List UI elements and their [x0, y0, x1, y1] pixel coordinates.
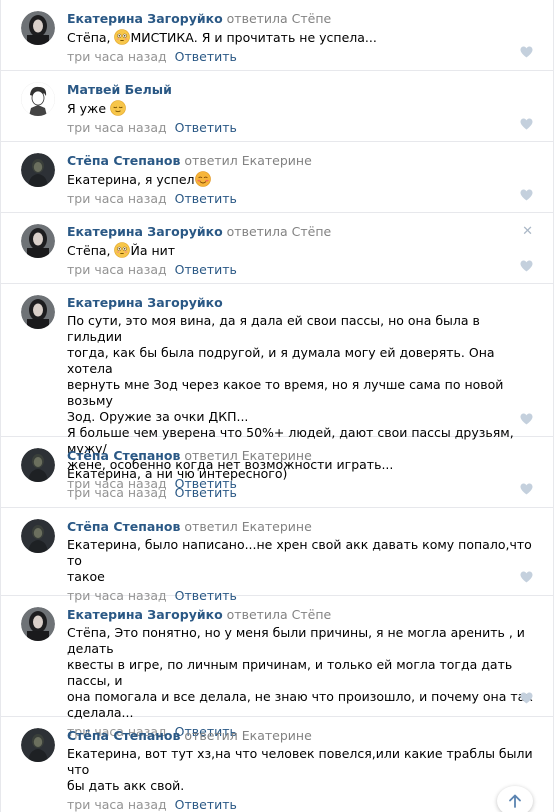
timestamp[interactable]: три часа назад: [67, 191, 167, 206]
author-name[interactable]: Стёпа Степанов: [67, 153, 180, 168]
scroll-to-top-button[interactable]: [497, 786, 533, 812]
reply-to-label[interactable]: ответила Стёпе: [227, 224, 332, 239]
comment: Стёпа Степанов ответил Екатерине Екатери…: [1, 508, 553, 603]
comment-text: Екатерина, а ни чю интересного): [67, 466, 288, 481]
flushed-emoji-icon: [114, 242, 131, 258]
comment: Стёпа Степанов ответил Екатерине Екатери…: [1, 142, 553, 213]
comment-text: Стёпа, Йа нит: [67, 242, 176, 258]
flushed-emoji-icon: [114, 29, 131, 45]
reply-to-label[interactable]: ответил Екатерине: [184, 519, 311, 534]
author-name[interactable]: Стёпа Степанов: [67, 519, 180, 534]
comment-text: Екатерина, я успел: [67, 171, 533, 188]
reply-button[interactable]: Ответить: [175, 191, 237, 206]
reply-to-label[interactable]: ответила Стёпе: [227, 607, 332, 622]
timestamp[interactable]: три часа назад: [67, 485, 167, 500]
comment-text: Стёпа, МИСТИКА. Я и прочитать не успела.…: [67, 29, 377, 45]
avatar[interactable]: [21, 519, 55, 553]
reply-to-label[interactable]: ответила Стёпе: [227, 11, 332, 26]
avatar[interactable]: [21, 607, 55, 641]
avatar[interactable]: [21, 82, 55, 116]
heart-icon[interactable]: [520, 413, 533, 425]
avatar[interactable]: [21, 448, 55, 482]
author-name[interactable]: Екатерина Загоруйко: [67, 607, 223, 622]
avatar[interactable]: [21, 153, 55, 187]
timestamp[interactable]: три часа назад: [67, 49, 167, 64]
close-icon[interactable]: ✕: [522, 225, 533, 238]
author-name[interactable]: Стёпа Степанов: [67, 728, 180, 743]
comment-text: Екатерина, вот тут хз,на что человек пов…: [67, 746, 533, 793]
heart-icon[interactable]: [520, 692, 533, 704]
avatar[interactable]: [21, 224, 55, 258]
avatar[interactable]: [21, 728, 55, 762]
heart-icon[interactable]: [520, 189, 533, 201]
author-name[interactable]: Екатерина Загоруйко: [67, 295, 223, 310]
comment: Матвей Белый Я уже три часа назад Ответит…: [1, 71, 553, 142]
comment: Екатерина Загоруйко ответила Стёпе Стёпа…: [1, 596, 553, 739]
blush-emoji-icon: [194, 171, 211, 187]
reply-to-label[interactable]: ответил Екатерине: [184, 448, 311, 463]
comment: Стёпа Степанов ответил Екатерине Екатери…: [1, 717, 553, 812]
reply-button[interactable]: Ответить: [175, 797, 237, 812]
reply-to-label[interactable]: ответил Екатерине: [184, 728, 311, 743]
reply-button[interactable]: Ответить: [175, 262, 237, 277]
comment: Стёпа Степанов ответил Екатерине Екатери…: [1, 437, 553, 508]
reply-button[interactable]: Ответить: [175, 485, 237, 500]
relieved-emoji-icon: [110, 100, 126, 116]
timestamp[interactable]: три часа назад: [67, 120, 167, 135]
comment-text: Стёпа, Это понятно, но у меня были причи…: [67, 625, 533, 720]
author-name[interactable]: Матвей Белый: [67, 82, 172, 97]
comment-text: Екатерина, было написано...не хрен свой …: [67, 537, 532, 584]
avatar[interactable]: [21, 11, 55, 45]
comment-text: Я уже: [67, 100, 533, 117]
reply-button[interactable]: Ответить: [175, 120, 237, 135]
comments-feed: Екатерина Загоруйко ответила Стёпе Стёпа…: [0, 0, 554, 812]
heart-icon[interactable]: [520, 260, 533, 272]
reply-to-label[interactable]: ответил Екатерине: [184, 153, 311, 168]
author-name[interactable]: Екатерина Загоруйко: [67, 11, 223, 26]
heart-icon[interactable]: [520, 46, 533, 58]
comment: Екатерина Загоруйко По сути, это моя вин…: [1, 284, 553, 491]
comment: Екатерина Загоруйко ответила Стёпе Стёпа…: [1, 0, 553, 71]
comment: Екатерина Загоруйко ответила Стёпе Стёпа…: [1, 213, 553, 284]
heart-icon[interactable]: [520, 571, 533, 583]
reply-button[interactable]: Ответить: [175, 49, 237, 64]
author-name[interactable]: Стёпа Степанов: [67, 448, 180, 463]
avatar[interactable]: [21, 295, 55, 329]
timestamp[interactable]: три часа назад: [67, 797, 167, 812]
arrow-up-icon: [509, 794, 521, 808]
timestamp[interactable]: три часа назад: [67, 262, 167, 277]
heart-icon[interactable]: [520, 118, 533, 130]
heart-icon[interactable]: [520, 483, 533, 495]
author-name[interactable]: Екатерина Загоруйко: [67, 224, 223, 239]
